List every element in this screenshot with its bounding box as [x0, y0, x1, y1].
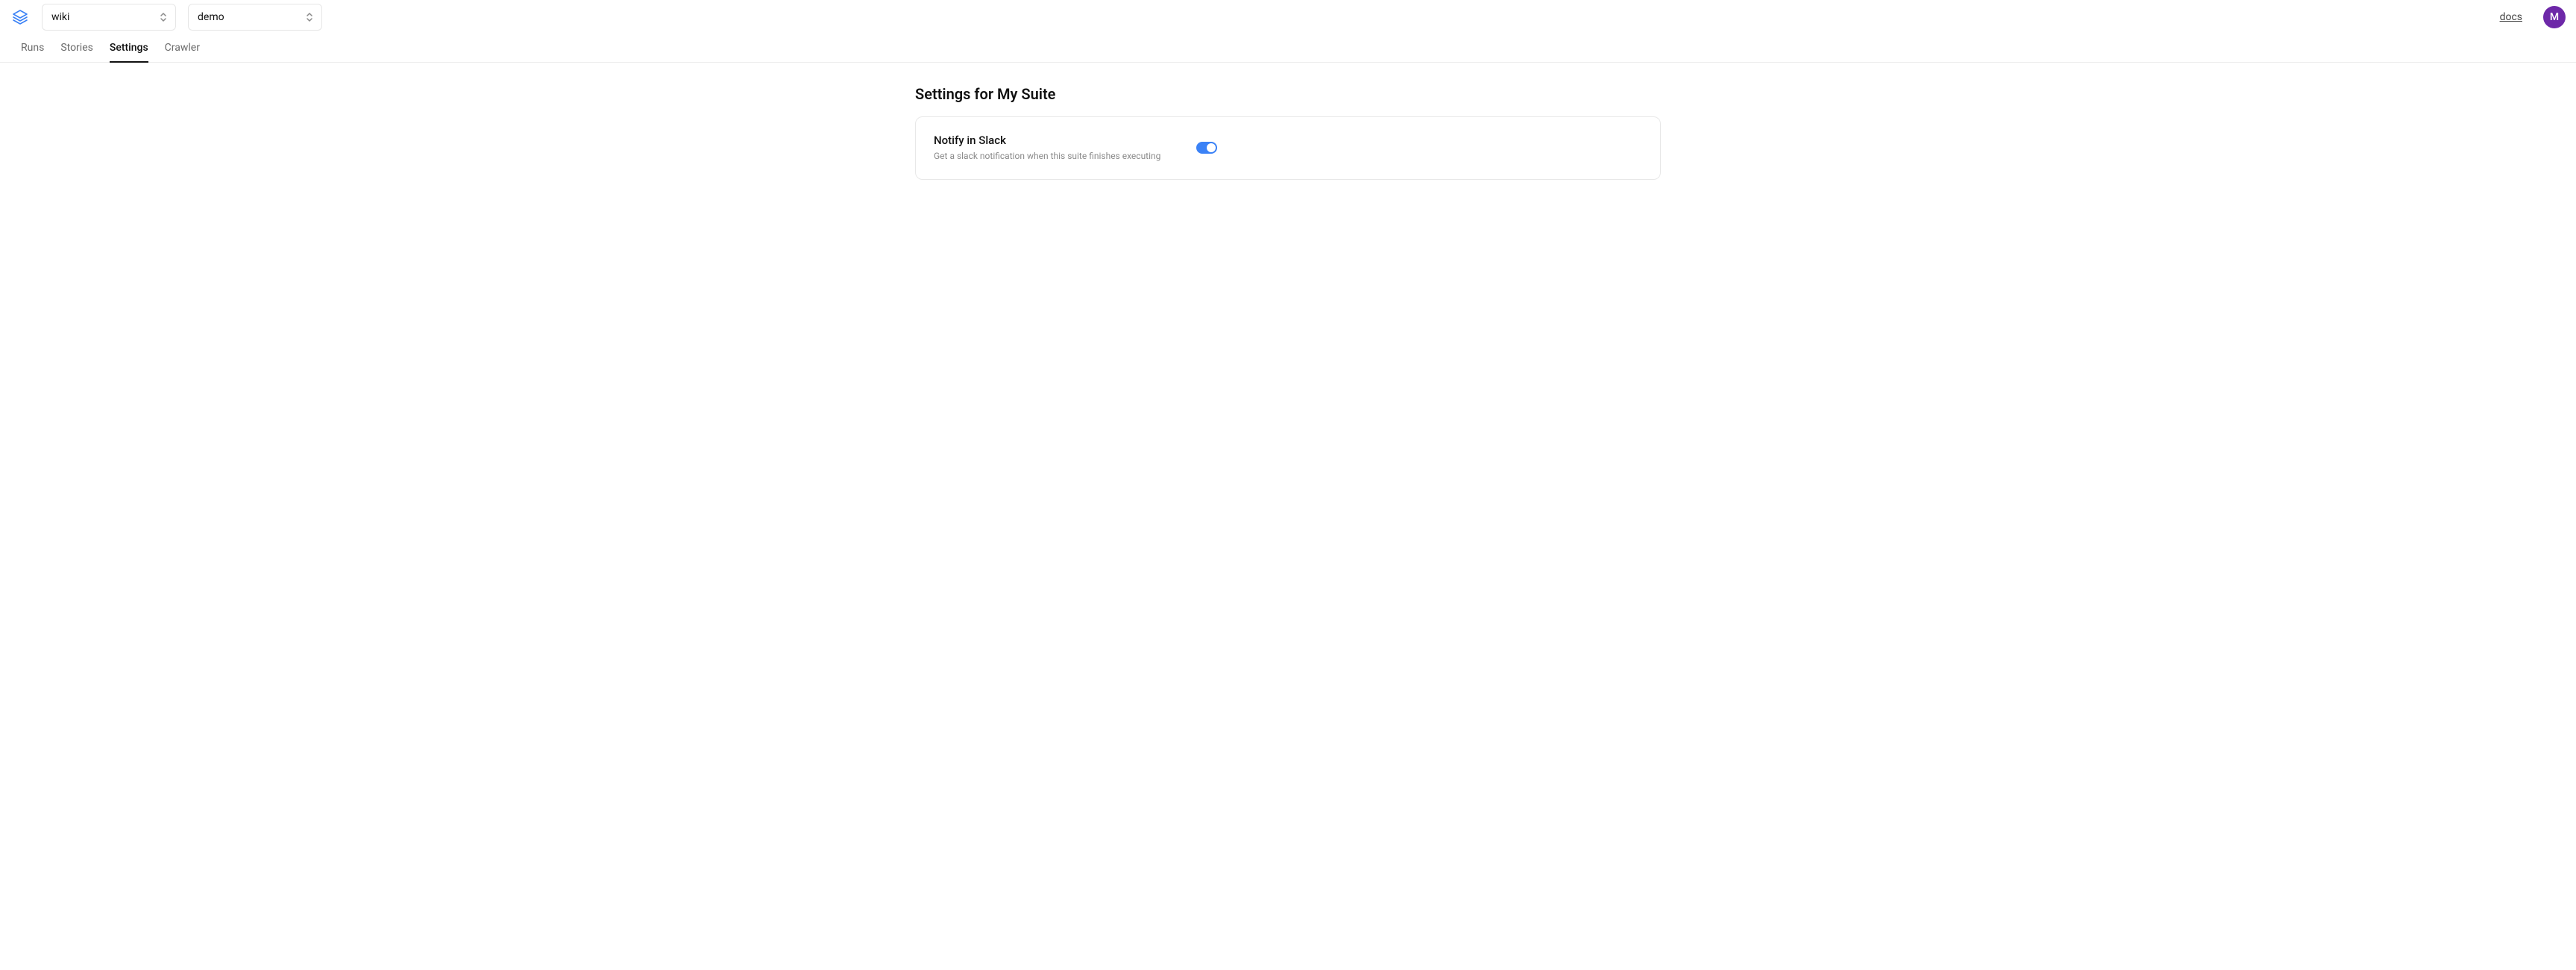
avatar-initial: M	[2550, 11, 2559, 23]
card-title: Notify in Slack	[934, 134, 1160, 147]
settings-card-notify-slack: Notify in Slack Get a slack notification…	[915, 116, 1661, 180]
suite-select[interactable]: demo	[188, 4, 322, 31]
tab-runs[interactable]: Runs	[21, 42, 44, 63]
logo-icon[interactable]	[10, 7, 30, 27]
docs-link[interactable]: docs	[2500, 11, 2522, 23]
card-text: Notify in Slack Get a slack notification…	[934, 134, 1160, 163]
tab-crawler[interactable]: Crawler	[165, 42, 200, 63]
tabbar: Runs Stories Settings Crawler	[0, 34, 2576, 63]
avatar[interactable]: M	[2543, 6, 2566, 28]
project-select[interactable]: wiki	[42, 4, 176, 31]
tab-stories[interactable]: Stories	[60, 42, 93, 63]
chevron-up-down-icon	[305, 11, 314, 23]
page-title: Settings for My Suite	[915, 85, 1661, 103]
topbar: wiki demo docs M	[0, 0, 2576, 34]
project-select-value: wiki	[51, 11, 69, 23]
chevron-up-down-icon	[159, 11, 168, 23]
card-description: Get a slack notification when this suite…	[934, 150, 1160, 163]
content: Settings for My Suite Notify in Slack Ge…	[900, 63, 1676, 202]
tab-settings[interactable]: Settings	[110, 42, 148, 63]
notify-slack-toggle[interactable]	[1196, 142, 1217, 154]
suite-select-value: demo	[198, 11, 224, 23]
